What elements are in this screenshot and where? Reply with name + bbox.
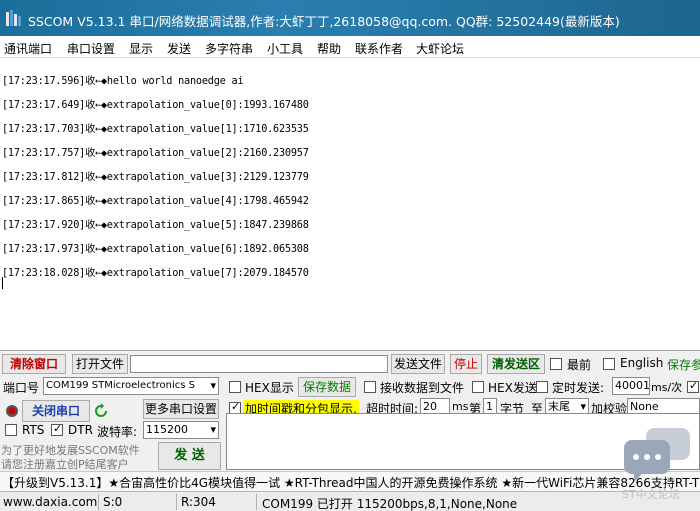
timed-send-label: 定时发送:: [552, 381, 605, 395]
more-settings-button[interactable]: 更多串口设置: [143, 399, 219, 419]
close-port-button[interactable]: 关闭串口: [22, 400, 90, 422]
send-button[interactable]: 发 送: [158, 442, 221, 470]
menu-display[interactable]: 显示: [129, 40, 153, 57]
timed-extra-checkbox[interactable]: [687, 379, 699, 393]
rts-label: RTS: [22, 423, 45, 437]
receive-output-area[interactable]: [17:23:17.596]收←◆hello world nanoedge ai…: [0, 58, 700, 351]
port-status-icon: [6, 405, 18, 417]
received-count: R:304: [181, 495, 216, 509]
status-separator: [98, 494, 99, 510]
file-path-input[interactable]: [130, 355, 388, 373]
promo-marquee[interactable]: 【升级到V5.13.1】★合宙高性价比4G模块值得一试 ★RT-Thread中国…: [0, 471, 700, 491]
status-separator: [176, 494, 177, 510]
hex-display-label: HEX显示: [245, 381, 294, 395]
refresh-icon[interactable]: [93, 403, 109, 419]
open-file-button[interactable]: 打开文件: [72, 354, 128, 374]
send-file-button[interactable]: 发送文件: [391, 354, 445, 374]
output-line: [17:23:17.920]收←◆extrapolation_value[5]:…: [2, 220, 309, 231]
chat-bubble-icon: [624, 428, 690, 482]
toolbar: 清除窗口 打开文件 发送文件 停止 清发送区 最前 English 保存参: [0, 352, 700, 374]
menu-comm-port[interactable]: 通讯端口: [4, 40, 52, 57]
app-icon: [6, 10, 21, 26]
output-line: [17:23:18.028]收←◆extrapolation_value[7]:…: [2, 268, 309, 279]
sent-count: S:0: [103, 495, 123, 509]
output-line: [17:23:17.649]收←◆extrapolation_value[0]:…: [2, 100, 309, 111]
hex-send-label: HEX发送: [488, 381, 537, 395]
interval-unit: ms/次: [651, 381, 683, 394]
output-line: [17:23:17.812]收←◆extrapolation_value[3]:…: [2, 172, 309, 183]
menu-contact-author[interactable]: 联系作者: [355, 40, 403, 57]
promo-line-2[interactable]: 请您注册嘉立创P结尾客户: [1, 456, 129, 472]
stop-button[interactable]: 停止: [450, 354, 482, 374]
hex-display-checkbox[interactable]: [229, 381, 241, 393]
dtr-label: DTR: [68, 423, 93, 437]
output-line: [17:23:17.973]收←◆extrapolation_value[6]:…: [2, 244, 309, 255]
save-params-button[interactable]: 保存参: [667, 356, 700, 373]
baud-label: 波特率:: [97, 425, 138, 439]
menu-serial-settings[interactable]: 串口设置: [67, 40, 115, 57]
window-title: SSCOM V5.13.1 串口/网络数据调试器,作者:大虾丁丁,2618058…: [28, 14, 620, 29]
baud-select[interactable]: 115200: [143, 421, 219, 439]
clear-window-button[interactable]: 清除窗口: [2, 354, 66, 374]
timed-send-checkbox[interactable]: [536, 381, 548, 393]
english-label: English: [620, 356, 664, 370]
recv-to-file-checkbox[interactable]: [364, 381, 376, 393]
text-caret: [2, 277, 3, 289]
english-checkbox[interactable]: [603, 358, 615, 370]
port-label: 端口号: [3, 381, 40, 395]
clear-send-button[interactable]: 清发送区: [487, 354, 545, 374]
dtr-checkbox[interactable]: [51, 422, 63, 436]
menu-multi-string[interactable]: 多字符串: [205, 40, 253, 57]
menu-bar: 通讯端口 串口设置 显示 发送 多字符串 小工具 帮助 联系作者 大虾论坛: [0, 36, 700, 58]
menu-forum[interactable]: 大虾论坛: [416, 40, 464, 57]
output-line: [17:23:17.757]收←◆extrapolation_value[2]:…: [2, 148, 309, 159]
menu-tools[interactable]: 小工具: [267, 40, 303, 57]
hex-send-checkbox[interactable]: [472, 381, 484, 393]
recv-to-file-button[interactable]: 接收数据到文件: [380, 379, 464, 396]
website-link[interactable]: www.daxia.com: [3, 495, 97, 509]
rts-checkbox[interactable]: [5, 424, 17, 436]
interval-input[interactable]: 40001: [612, 377, 650, 395]
forum-watermark: ST中文论坛: [618, 426, 698, 506]
save-data-button[interactable]: 保存数据: [298, 377, 356, 397]
topmost-label: 最前: [567, 358, 592, 372]
output-line: [17:23:17.865]收←◆extrapolation_value[4]:…: [2, 196, 309, 207]
output-line: [17:23:17.596]收←◆hello world nanoedge ai: [2, 76, 244, 87]
watermark-text: ST中文论坛: [622, 488, 680, 501]
status-bar: www.daxia.com S:0 R:304 COM199 已打开 11520…: [0, 491, 700, 511]
menu-send[interactable]: 发送: [167, 40, 191, 57]
title-bar: SSCOM V5.13.1 串口/网络数据调试器,作者:大虾丁丁,2618058…: [0, 0, 700, 36]
output-line: [17:23:17.703]收←◆extrapolation_value[1]:…: [2, 124, 309, 135]
status-separator: [256, 494, 257, 510]
port-state: COM199 已打开 115200bps,8,1,None,None: [262, 497, 518, 511]
topmost-checkbox[interactable]: [550, 358, 562, 370]
menu-help[interactable]: 帮助: [317, 40, 341, 57]
port-select[interactable]: COM199 STMicroelectronics S: [43, 377, 219, 395]
timeout-unit: ms: [452, 400, 469, 413]
